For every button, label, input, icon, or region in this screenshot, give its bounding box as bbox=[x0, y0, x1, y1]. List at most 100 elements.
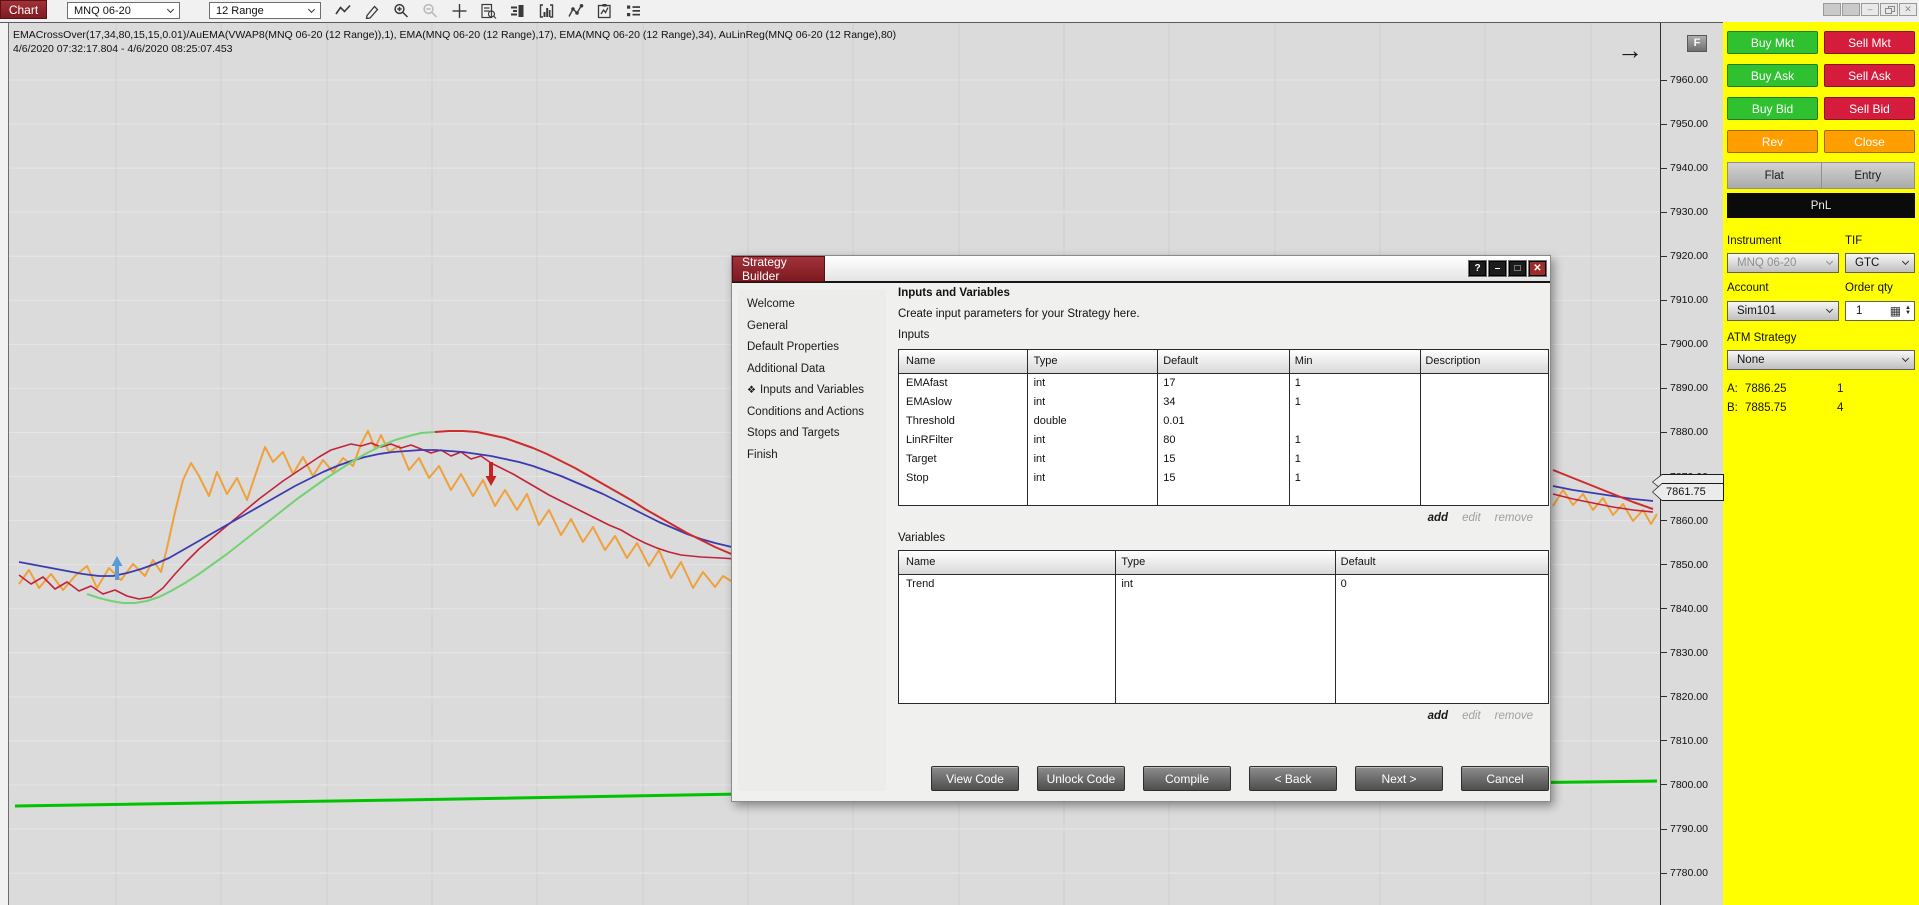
atm-strategy-select[interactable]: None bbox=[1727, 350, 1915, 370]
panel-instrument-select[interactable]: MNQ 06-20 bbox=[1727, 253, 1839, 273]
table-cell: 1 bbox=[1294, 472, 1301, 484]
buy-bid-button[interactable]: Buy Bid bbox=[1727, 97, 1818, 120]
quantity-spin-buttons[interactable]: ▲ ▼ bbox=[1905, 305, 1911, 316]
back-button[interactable]: < Back bbox=[1249, 766, 1337, 791]
buy-mkt-button[interactable]: Buy Mkt bbox=[1727, 31, 1818, 54]
inputs-table[interactable]: Name Type Default Min Description EMAfast int 1… bbox=[898, 349, 1549, 506]
tif-select[interactable]: GTC bbox=[1845, 253, 1915, 273]
add-link[interactable]: add bbox=[1428, 512, 1448, 524]
window-restore-button[interactable] bbox=[1880, 3, 1898, 16]
view-code-button[interactable]: View Code bbox=[931, 766, 1019, 791]
table-cell: int bbox=[1121, 578, 1133, 590]
next-button[interactable]: Next > bbox=[1355, 766, 1443, 791]
column-header-default[interactable]: Default bbox=[1334, 551, 1548, 574]
account-select[interactable]: Sim101 bbox=[1727, 301, 1839, 321]
window-minimize-button[interactable]: – bbox=[1861, 3, 1879, 16]
draw-icon[interactable] bbox=[363, 3, 381, 20]
sidebar-item-welcome[interactable]: Welcome bbox=[738, 294, 886, 316]
compile-button[interactable]: Compile bbox=[1143, 766, 1231, 791]
dialog-footer-buttons: View Code Unlock Code Compile < Back Next > C… bbox=[898, 766, 1549, 791]
remove-link[interactable]: remove bbox=[1495, 512, 1533, 524]
sidebar-item-general[interactable]: General bbox=[738, 316, 886, 338]
report-icon[interactable] bbox=[479, 3, 497, 20]
column-header-name[interactable]: Name bbox=[899, 551, 1114, 574]
add-link[interactable]: add bbox=[1428, 710, 1448, 722]
price-axis[interactable]: 7960.00 7950.00 7940.00 7930.00 7920.00 7910.… bbox=[1652, 23, 1724, 905]
table-cell: 80 bbox=[1163, 434, 1176, 446]
chart-window-tab[interactable]: Chart bbox=[0, 0, 47, 19]
f-button[interactable]: F bbox=[1687, 35, 1707, 52]
sidebar-item-additional-data[interactable]: Additional Data bbox=[738, 359, 886, 381]
crosshair-icon[interactable] bbox=[450, 3, 468, 20]
table-cell: 1 bbox=[1294, 377, 1301, 389]
chart-trader-icon[interactable] bbox=[508, 3, 526, 20]
sidebar-item-stops-and-targets[interactable]: Stops and Targets bbox=[738, 423, 886, 445]
sell-bid-button[interactable]: Sell Bid bbox=[1824, 97, 1915, 120]
column-header-name[interactable]: Name bbox=[899, 350, 1027, 373]
chart-indicators-label: EMACrossOver(17,34,80,15,15,0.01)/AuEMA(… bbox=[13, 29, 897, 41]
dialog-title: Strategy Builder bbox=[732, 255, 825, 283]
sidebar-item-label: Conditions and Actions bbox=[747, 405, 864, 418]
quantity-stepper[interactable]: 1 ▦ ▲ ▼ bbox=[1845, 301, 1915, 321]
column-header-type[interactable]: Type bbox=[1027, 350, 1157, 373]
trendline-icon[interactable] bbox=[334, 3, 352, 20]
table-row[interactable]: Stop int 15 1 bbox=[899, 469, 1548, 488]
instrument-select[interactable]: MNQ 06-20 bbox=[67, 2, 180, 19]
buy-ask-button[interactable]: Buy Ask bbox=[1727, 64, 1818, 87]
window-close-button[interactable]: ✕ bbox=[1899, 3, 1917, 16]
indicators-icon[interactable] bbox=[537, 3, 555, 20]
rev-button[interactable]: Rev bbox=[1727, 130, 1818, 153]
axis-tick bbox=[1661, 167, 1667, 169]
chart-date-range-label: 4/6/2020 07:32:17.804 - 4/6/2020 08:25:0… bbox=[13, 43, 233, 55]
column-header-min[interactable]: Min bbox=[1288, 350, 1419, 373]
list-icon[interactable] bbox=[624, 3, 642, 20]
variables-section-label: Variables bbox=[898, 532, 946, 544]
table-row[interactable]: Threshold double 0.01 bbox=[899, 412, 1548, 431]
sell-mkt-button[interactable]: Sell Mkt bbox=[1824, 31, 1915, 54]
window-extra-button-1[interactable] bbox=[1823, 3, 1841, 16]
cancel-button[interactable]: Cancel bbox=[1461, 766, 1549, 791]
scroll-to-end-arrow[interactable]: → bbox=[1617, 37, 1643, 63]
window-extra-button-2[interactable] bbox=[1842, 3, 1860, 16]
chevron-down-icon bbox=[1825, 305, 1834, 314]
table-cell: LinRFilter bbox=[906, 434, 954, 446]
table-cell bbox=[1418, 393, 1548, 412]
column-header-type[interactable]: Type bbox=[1114, 551, 1333, 574]
spin-down-icon[interactable]: ▼ bbox=[1905, 310, 1911, 316]
column-header-description[interactable]: Description bbox=[1418, 350, 1548, 373]
strategies-icon[interactable] bbox=[566, 3, 584, 20]
sidebar-item-default-properties[interactable]: Default Properties bbox=[738, 337, 886, 359]
sidebar-item-inputs-and-variables[interactable]: ❖ Inputs and Variables bbox=[738, 380, 886, 402]
atm-strategy-value: None bbox=[1737, 354, 1765, 366]
window-controls: – ✕ bbox=[1823, 3, 1917, 16]
sell-ask-button[interactable]: Sell Ask bbox=[1824, 64, 1915, 87]
table-cell: 0.01 bbox=[1163, 415, 1185, 427]
unlock-code-button[interactable]: Unlock Code bbox=[1037, 766, 1125, 791]
properties-icon[interactable] bbox=[595, 3, 613, 20]
table-cell: double bbox=[1033, 415, 1067, 427]
price-axis-label: 7940.00 bbox=[1661, 161, 1708, 175]
price-axis-label: 7840.00 bbox=[1661, 602, 1708, 616]
price-axis-label: 7850.00 bbox=[1661, 558, 1708, 572]
edit-link[interactable]: edit bbox=[1462, 512, 1481, 524]
table-row[interactable]: EMAslow int 34 1 bbox=[899, 393, 1548, 412]
table-row[interactable]: EMAfast int 17 1 bbox=[899, 374, 1548, 393]
column-divider bbox=[1115, 551, 1116, 703]
edit-link[interactable]: edit bbox=[1462, 710, 1481, 722]
side: B: bbox=[1727, 401, 1738, 414]
remove-link[interactable]: remove bbox=[1495, 710, 1533, 722]
table-row[interactable]: LinRFilter int 80 1 bbox=[899, 431, 1548, 450]
table-row[interactable]: Trend int 0 bbox=[899, 575, 1548, 594]
zoom-out-icon[interactable] bbox=[421, 3, 439, 20]
table-row[interactable]: Target int 15 1 bbox=[899, 450, 1548, 469]
price-tag-value: 7861.75 bbox=[1666, 486, 1706, 498]
close-button[interactable]: Close bbox=[1824, 130, 1915, 153]
column-header-default[interactable]: Default bbox=[1156, 350, 1288, 373]
sidebar-item-finish[interactable]: Finish bbox=[738, 445, 886, 467]
zoom-in-icon[interactable] bbox=[392, 3, 410, 20]
sidebar-item-conditions-and-actions[interactable]: Conditions and Actions bbox=[738, 402, 886, 424]
variables-table[interactable]: Name Type Default Trend int 0 bbox=[898, 550, 1549, 704]
calculator-icon[interactable]: ▦ bbox=[1890, 305, 1901, 317]
table-cell bbox=[1418, 412, 1548, 431]
period-select[interactable]: 12 Range bbox=[209, 2, 321, 19]
